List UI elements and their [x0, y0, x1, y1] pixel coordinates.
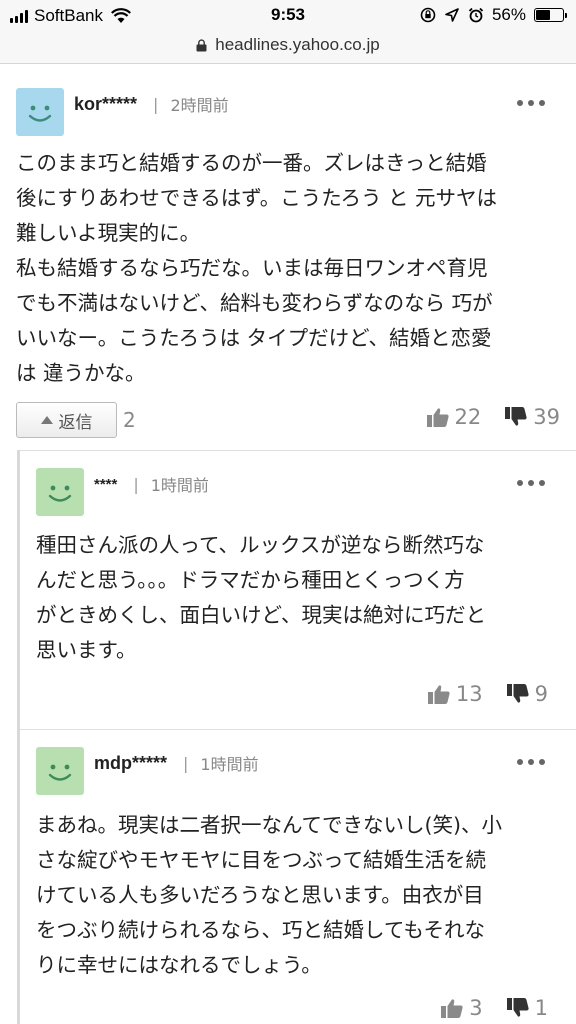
comment-line: は 違うかな。 — [16, 361, 146, 385]
meta-divider: | — [183, 753, 189, 773]
expand-up-icon — [40, 416, 53, 424]
username[interactable]: mdp***** — [94, 753, 167, 774]
thumbs-up-icon — [426, 408, 449, 427]
comment-line: 難しいよ現実的に。 — [16, 221, 201, 245]
comment-line: 私も結婚するなら巧だな。いまは毎日ワンオペ育児 — [16, 256, 488, 280]
vote-controls: 13 9 — [427, 682, 548, 706]
reply-label: 返信 — [58, 412, 93, 433]
avatar — [36, 468, 84, 516]
thumbs-down-icon — [506, 998, 529, 1017]
thumbs-up-icon — [427, 685, 450, 704]
smiley-avatar-icon — [36, 747, 84, 795]
comment-line: けている人も多いだろうなと思います。由衣が目 — [36, 883, 484, 907]
avatar — [16, 88, 64, 136]
like-button[interactable]: 13 — [427, 682, 483, 706]
top-bar: SoftBank 9:53 56% headlines.yahoo.co.jp — [0, 0, 576, 64]
meta-divider: | — [153, 94, 159, 114]
comment-line: がときめくし、面白いけど、現実は絶対に巧だと — [36, 603, 486, 627]
username[interactable]: **** — [94, 476, 117, 493]
comment-line: まあね。現実は二者択一なんてできないし(笑)、小 — [36, 813, 502, 837]
divider — [20, 729, 576, 730]
status-bar: SoftBank 9:53 56% — [0, 0, 576, 32]
time-ago: 1時間前 — [200, 755, 259, 774]
avatar — [36, 747, 84, 795]
comment-line: いいなー。こうたろうは タイプだけど、結婚と恋愛 — [16, 326, 492, 350]
comment-line: 後にすりあわせできるはず。こうたろう と 元サヤは — [16, 186, 498, 210]
smiley-avatar-icon — [16, 88, 64, 136]
comment-line: さな綻びやモヤモヤに目をつぶって結婚生活を続 — [36, 848, 486, 872]
comment-meta: **** | 1時間前 — [94, 472, 209, 496]
dislike-button[interactable]: 9 — [506, 682, 548, 706]
like-count: 3 — [469, 996, 483, 1020]
meta-divider: | — [133, 474, 139, 494]
battery-percent: 56% — [491, 5, 526, 24]
comment-meta: mdp***** | 1時間前 — [94, 751, 259, 775]
comment-line: 思います。 — [36, 638, 137, 662]
vote-controls: 3 1 — [441, 996, 548, 1020]
dislike-button[interactable]: 39 — [505, 405, 560, 429]
battery-icon — [534, 8, 567, 22]
alarm-icon — [468, 7, 484, 23]
like-count: 13 — [455, 682, 483, 706]
comment-meta: kor***** | 2時間前 — [74, 92, 229, 116]
thumbs-up-icon — [441, 999, 463, 1018]
dislike-count: 9 — [534, 682, 548, 706]
more-options-icon[interactable] — [517, 759, 545, 765]
location-icon — [445, 8, 459, 22]
like-button[interactable]: 22 — [426, 405, 482, 429]
like-count: 22 — [454, 405, 482, 429]
address-bar[interactable]: headlines.yahoo.co.jp — [0, 32, 576, 58]
reply-count: 2 — [123, 408, 136, 432]
comment-line: りに幸せにはなれるでしょう。 — [36, 953, 322, 977]
rotation-lock-icon — [420, 7, 436, 23]
divider — [20, 450, 576, 451]
dislike-count: 39 — [533, 405, 560, 429]
more-options-icon[interactable] — [517, 100, 545, 106]
comment-line: んだと思う。。。ドラマだから種田とくっつく方 — [36, 568, 465, 592]
dislike-button[interactable]: 1 — [506, 996, 548, 1020]
reply-thread-line — [17, 450, 20, 1024]
time-ago: 1時間前 — [150, 476, 209, 495]
dislike-count: 1 — [534, 996, 548, 1020]
comment-line: このまま巧と結婚するのが一番。ズレはきっと結婚 — [16, 151, 487, 175]
lock-icon — [196, 38, 207, 51]
more-options-icon[interactable] — [517, 480, 545, 486]
time-ago: 2時間前 — [170, 96, 229, 115]
comment-body: このまま巧と結婚するのが一番。ズレはきっと結婚 後にすりあわせできるはず。こうた… — [16, 146, 497, 391]
thumbs-down-icon — [506, 684, 529, 703]
comment-line: でも不満はないけど、給料も変わらずなのなら 巧が — [16, 291, 493, 315]
vote-controls: 22 39 — [426, 405, 560, 429]
smiley-avatar-icon — [36, 468, 84, 516]
comment-line: 種田さん派の人って、ルックスが逆なら断然巧な — [36, 533, 485, 557]
url-text[interactable]: headlines.yahoo.co.jp — [215, 35, 379, 55]
like-button[interactable]: 3 — [441, 996, 483, 1020]
comment-line: をつぶり続けられるなら、巧と結婚してもそれな — [36, 918, 485, 942]
comment-body: 種田さん派の人って、ルックスが逆なら断然巧な んだと思う。。。ドラマだから種田と… — [36, 528, 486, 668]
username[interactable]: kor***** — [74, 94, 137, 115]
reply-button[interactable]: 返信 — [16, 402, 117, 438]
thumbs-down-icon — [505, 407, 527, 426]
comment-body: まあね。現実は二者択一なんてできないし(笑)、小 さな綻びやモヤモヤに目をつぶっ… — [36, 808, 502, 983]
